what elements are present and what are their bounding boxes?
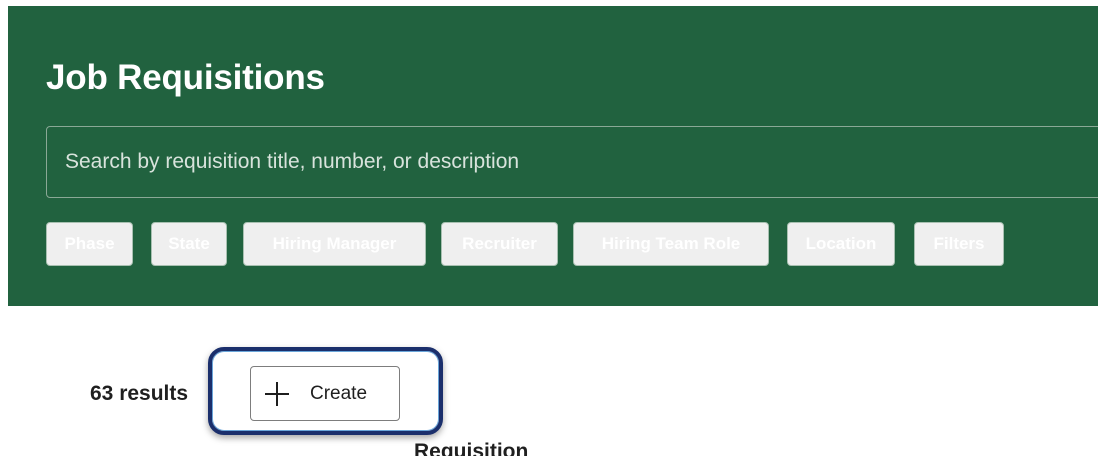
page-title: Job Requisitions bbox=[46, 58, 325, 97]
recruiter-filter-button[interactable]: Recruiter bbox=[441, 222, 558, 266]
filters-button[interactable]: Filters bbox=[914, 222, 1004, 266]
hiring-manager-filter-button[interactable]: Hiring Manager bbox=[243, 222, 426, 266]
requisitions-header: Job Requisitions Phase State Hiring Mana… bbox=[8, 6, 1098, 306]
job-requisitions-page: Job Requisitions Phase State Hiring Mana… bbox=[0, 0, 1098, 456]
requisition-column-header: Requisition bbox=[414, 440, 529, 456]
hiring-team-role-filter-button[interactable]: Hiring Team Role bbox=[573, 222, 769, 266]
phase-filter-button[interactable]: Phase bbox=[46, 222, 133, 266]
search-bar[interactable] bbox=[46, 126, 1098, 198]
results-count: 63 results bbox=[90, 382, 189, 405]
state-filter-button[interactable]: State bbox=[151, 222, 227, 266]
search-input[interactable] bbox=[65, 145, 1065, 179]
create-button-label: Create bbox=[310, 383, 368, 404]
plus-icon bbox=[265, 382, 289, 406]
location-filter-button[interactable]: Location bbox=[787, 222, 895, 266]
create-button[interactable]: Create bbox=[250, 366, 400, 421]
